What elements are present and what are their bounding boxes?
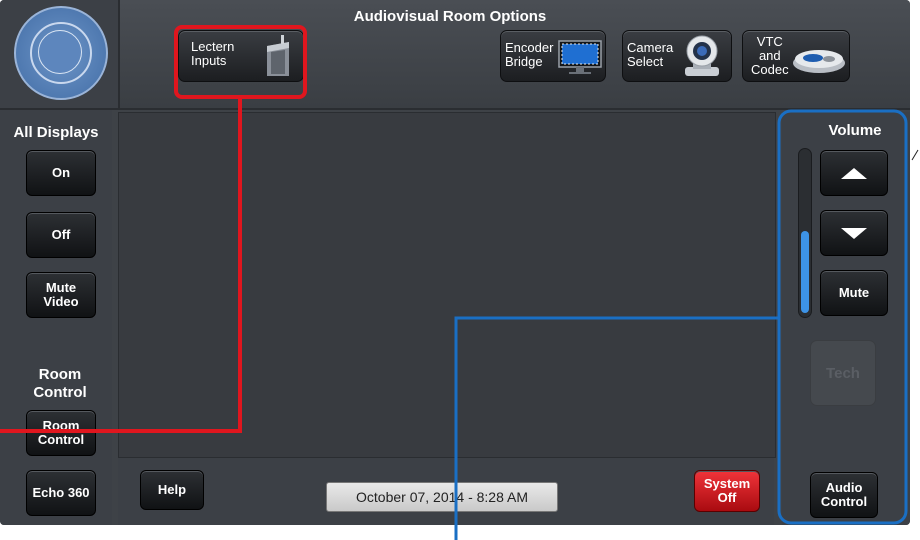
header-bar: Audiovisual Room Options Lectern Inputs E…	[0, 0, 910, 110]
volume-slider[interactable]	[798, 148, 812, 318]
room-control-heading-line2: Control	[33, 384, 87, 401]
mute-video-button[interactable]: Mute Video	[26, 272, 96, 318]
encoder-bridge-button[interactable]: Encoder Bridge	[500, 30, 606, 82]
volume-down-button[interactable]	[820, 210, 888, 256]
displays-off-button[interactable]: Off	[26, 212, 96, 258]
arrow-up-icon	[841, 167, 867, 179]
encoder-bridge-label-line1: Encoder	[505, 40, 554, 55]
volume-mute-button[interactable]: Mute	[820, 270, 888, 316]
displays-off-label: Off	[51, 227, 71, 242]
mute-video-label-line2: Video	[43, 294, 79, 309]
monitor-icon	[558, 40, 602, 74]
left-sidebar: All Displays On Off Mute Video Room Contro…	[0, 110, 112, 525]
edge-mark-line	[911, 149, 919, 161]
vtc-codec-label-line3: Codec	[751, 62, 789, 77]
mute-video-label-line1: Mute	[45, 280, 77, 295]
displays-on-label: On	[51, 165, 71, 180]
logo-area	[0, 0, 120, 108]
system-off-label-line2: Off	[717, 490, 737, 505]
displays-on-button[interactable]: On	[26, 150, 96, 196]
bottom-bar: Help October 07, 2014 - 8:28 AM System Of…	[118, 458, 774, 525]
main-content-area	[118, 112, 776, 458]
room-control-button[interactable]: Room Control	[26, 410, 96, 456]
podium-icon	[267, 35, 289, 76]
university-seal-logo	[14, 6, 108, 100]
vtc-codec-label-line1: VTC	[756, 34, 783, 49]
volume-label: Volume	[828, 122, 882, 139]
help-label: Help	[157, 482, 187, 497]
room-control-heading: Room Control	[0, 366, 120, 402]
audio-control-label-line2: Control	[820, 494, 868, 509]
touch-panel: Audiovisual Room Options Lectern Inputs E…	[0, 0, 910, 525]
speakerphone-icon	[793, 50, 845, 73]
tech-button[interactable]: Tech	[810, 340, 876, 406]
system-off-label-line1: System	[703, 476, 751, 491]
audio-control-label-line1: Audio	[825, 480, 863, 495]
vtc-codec-button[interactable]: VTC and Codec	[742, 30, 850, 82]
right-sidebar: Volume Mute Tech Audio Control	[782, 112, 910, 525]
date-time-display: October 07, 2014 - 8:28 AM	[326, 482, 558, 512]
encoder-bridge-label-line2: Bridge	[505, 54, 543, 69]
echo-360-label: Echo 360	[32, 485, 90, 500]
room-control-label-line1: Room	[42, 418, 80, 433]
vtc-codec-label-line2: and	[758, 48, 781, 63]
volume-mute-label: Mute	[838, 285, 870, 300]
volume-slider-fill	[801, 231, 809, 313]
system-off-button[interactable]: System Off	[694, 470, 760, 512]
echo-360-button[interactable]: Echo 360	[26, 470, 96, 516]
help-button[interactable]: Help	[140, 470, 204, 510]
camera-icon	[685, 35, 719, 76]
audio-control-button[interactable]: Audio Control	[810, 472, 878, 518]
camera-select-label-line1: Camera	[627, 40, 674, 55]
room-control-label-line2: Control	[37, 432, 85, 447]
camera-select-label-line2: Select	[627, 54, 664, 69]
all-displays-label: All Displays	[13, 124, 99, 141]
lectern-inputs-button[interactable]: Lectern Inputs	[178, 30, 304, 82]
tech-label: Tech	[826, 364, 860, 382]
page-title: Audiovisual Room Options	[353, 8, 547, 25]
lectern-inputs-label-line1: Lectern	[191, 39, 235, 54]
lectern-inputs-label-line2: Inputs	[191, 53, 227, 68]
room-control-heading-line1: Room	[38, 366, 82, 383]
volume-up-button[interactable]	[820, 150, 888, 196]
camera-select-button[interactable]: Camera Select	[622, 30, 732, 82]
arrow-down-icon	[841, 227, 867, 239]
